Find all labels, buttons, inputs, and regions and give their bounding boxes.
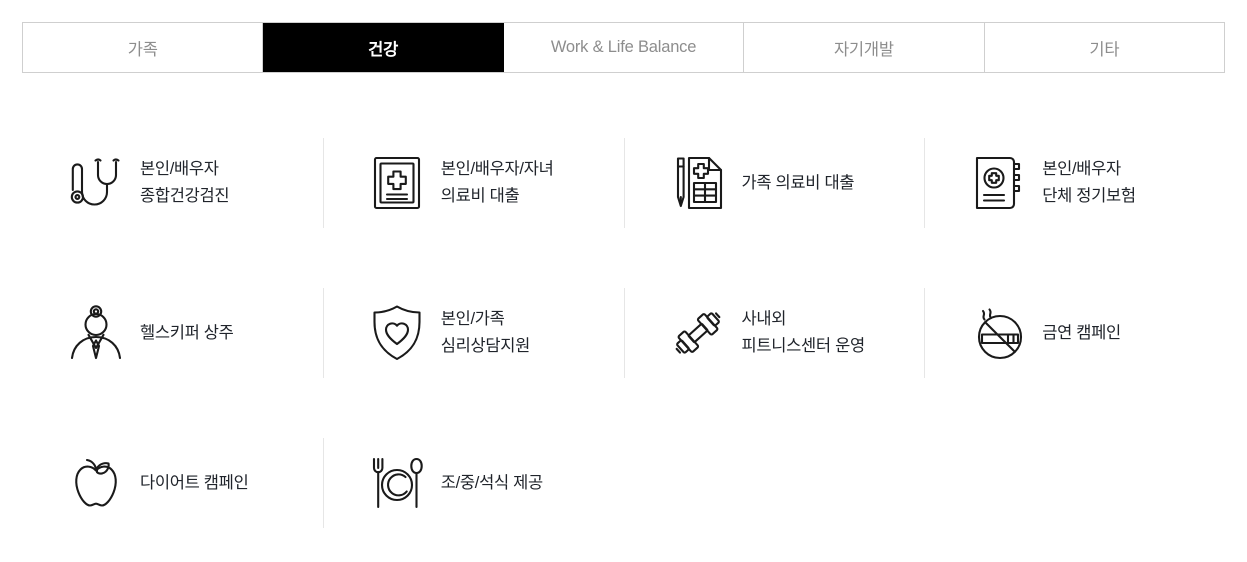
apple-icon bbox=[66, 452, 126, 514]
medical-record-icon bbox=[367, 152, 427, 214]
dumbbell-icon bbox=[668, 302, 728, 364]
benefit-label: 본인/배우자 단체 정기보험 bbox=[1042, 160, 1136, 205]
benefit-item[interactable]: 조/중/석식 제공 bbox=[322, 408, 624, 558]
benefit-label: 본인/가족 심리상담지원 bbox=[440, 310, 531, 355]
benefit-label: 본인/배우자/자녀 의료비 대출 bbox=[440, 160, 554, 205]
category-tab-bar: 가족 건강 Work & Life Balance 자기개발 기타 bbox=[22, 22, 1225, 73]
column-divider bbox=[924, 138, 926, 228]
benefit-label: 헬스키퍼 상주 bbox=[140, 323, 234, 342]
benefits-grid: 본인/배우자 종합건강검진 본인/배우자/자녀 의료비 대출 가족 의료비 대출… bbox=[22, 108, 1225, 558]
benefit-item[interactable]: 사내외 피트니스센터 운영 bbox=[623, 258, 925, 408]
benefit-item[interactable]: 금연 캠페인 bbox=[924, 258, 1225, 408]
benefit-label: 본인/배우자 종합건강검진 bbox=[140, 160, 230, 205]
tab-health[interactable]: 건강 bbox=[263, 23, 504, 72]
stethoscope-icon bbox=[66, 152, 126, 214]
benefit-item[interactable]: 본인/배우자 단체 정기보험 bbox=[924, 108, 1225, 258]
benefit-item[interactable]: 본인/가족 심리상담지원 bbox=[322, 258, 624, 408]
benefit-label: 다이어트 캠페인 bbox=[140, 473, 249, 492]
column-divider bbox=[322, 288, 324, 378]
shield-heart-icon bbox=[367, 302, 427, 364]
benefit-label: 사내외 피트니스센터 운영 bbox=[741, 310, 866, 355]
benefit-item[interactable]: 본인/배우자 종합건강검진 bbox=[22, 108, 323, 258]
benefit-item[interactable]: 가족 의료비 대출 bbox=[623, 108, 925, 258]
benefit-item[interactable]: 본인/배우자/자녀 의료비 대출 bbox=[322, 108, 624, 258]
doctor-icon bbox=[66, 302, 126, 364]
column-divider bbox=[924, 288, 926, 378]
benefit-item-empty bbox=[924, 408, 1225, 558]
benefit-item[interactable]: 헬스키퍼 상주 bbox=[22, 258, 323, 408]
benefit-item[interactable]: 다이어트 캠페인 bbox=[22, 408, 323, 558]
column-divider bbox=[322, 438, 324, 528]
tab-family[interactable]: 가족 bbox=[23, 23, 264, 72]
benefit-label: 조/중/석식 제공 bbox=[440, 473, 543, 492]
cutlery-plate-icon bbox=[367, 452, 427, 514]
benefit-label: 가족 의료비 대출 bbox=[741, 173, 855, 192]
benefit-label: 금연 캠페인 bbox=[1042, 323, 1121, 342]
tab-etc[interactable]: 기타 bbox=[984, 23, 1225, 72]
benefit-item-empty bbox=[624, 408, 925, 558]
column-divider bbox=[322, 138, 324, 228]
medical-form-pen-icon bbox=[668, 152, 728, 214]
no-smoking-icon bbox=[968, 302, 1028, 364]
tab-work-life-balance[interactable]: Work & Life Balance bbox=[503, 23, 745, 72]
tab-self-development[interactable]: 자기개발 bbox=[744, 23, 985, 72]
column-divider bbox=[623, 288, 625, 378]
benefits-page: 가족 건강 Work & Life Balance 자기개발 기타 본인/배우자 종합건… bbox=[0, 0, 1247, 562]
insurance-book-icon bbox=[968, 152, 1028, 214]
column-divider bbox=[623, 138, 625, 228]
